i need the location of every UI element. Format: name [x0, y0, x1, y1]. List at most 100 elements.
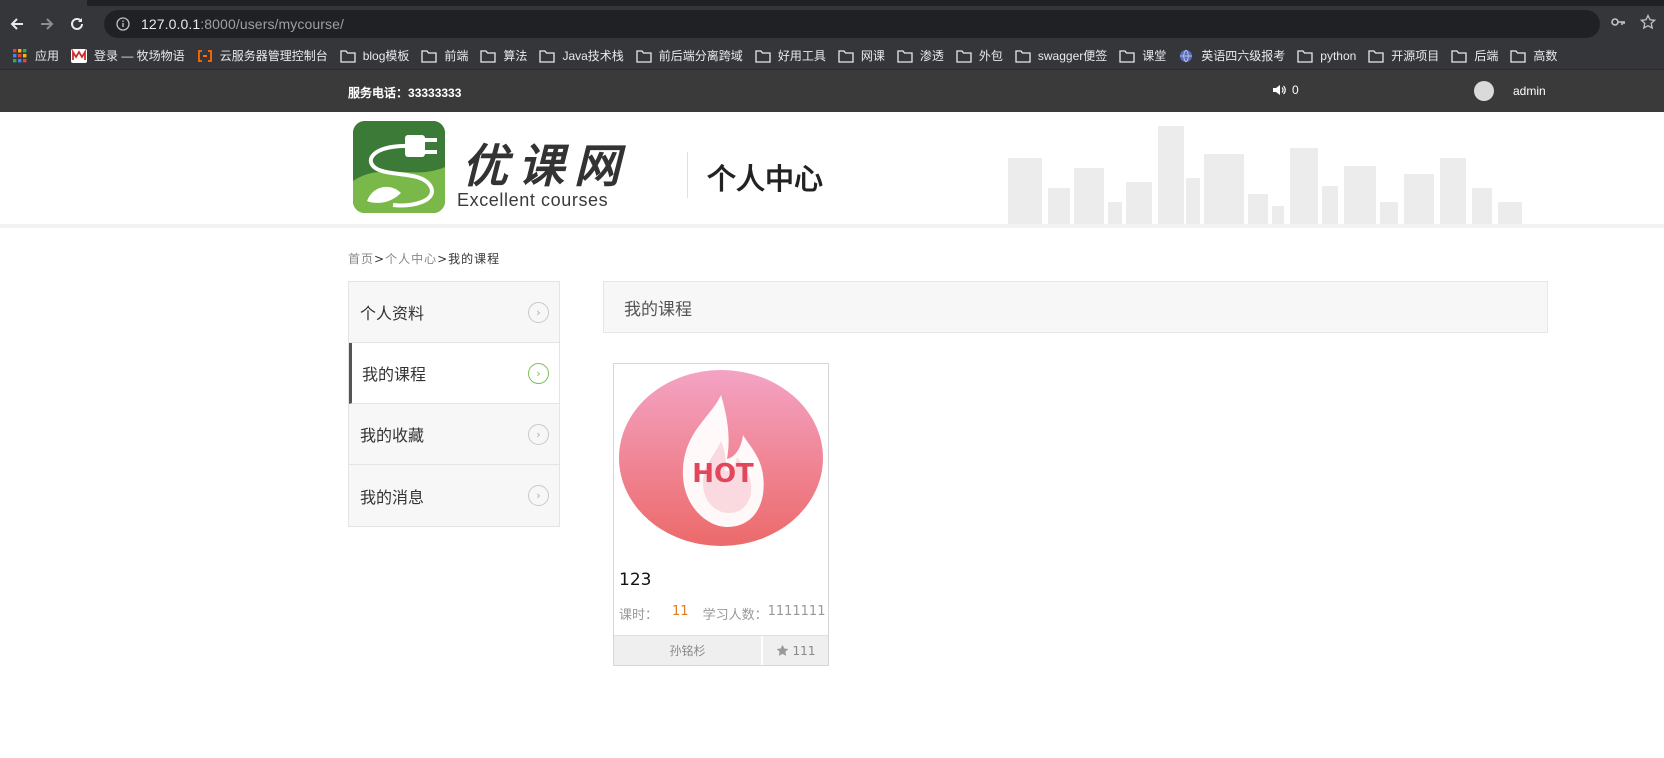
folder-icon: [956, 49, 972, 63]
bookmark-item[interactable]: 算法: [474, 44, 533, 68]
course-hours: 11: [672, 604, 689, 619]
bookmark-star-icon[interactable]: [1640, 14, 1656, 30]
bookmark-item[interactable]: 好用工具: [749, 44, 832, 68]
bookmark-item[interactable]: 后端: [1445, 44, 1504, 68]
bookmark-label: 网课: [860, 49, 885, 63]
breadcrumb-personal-center[interactable]: 个人中心: [385, 252, 437, 266]
bookmark-item[interactable]: 课堂: [1113, 44, 1172, 68]
logo-icon[interactable]: [353, 121, 445, 213]
bookmark-item[interactable]: 登录 — 牧场物语: [65, 44, 191, 68]
bookmark-item[interactable]: 渗透: [891, 44, 950, 68]
folder-icon: [1015, 49, 1031, 63]
username[interactable]: admin: [1513, 84, 1546, 98]
hot-badge-text: HOT: [692, 459, 754, 489]
bookmark-item[interactable]: 云服务器管理控制台: [191, 44, 334, 68]
message-count: 0: [1292, 83, 1299, 97]
sidebar-item-label: 我的收藏: [360, 426, 425, 445]
bookmark-label: 应用: [35, 49, 60, 63]
bookmark-label: 渗透: [919, 49, 944, 63]
sidebar-item-label: 我的课程: [362, 365, 427, 384]
bookmark-item[interactable]: python: [1291, 44, 1362, 68]
back-button[interactable]: [4, 11, 30, 37]
bookmark-item[interactable]: blog模板: [334, 44, 416, 68]
bookmark-label: blog模板: [362, 49, 410, 63]
course-name[interactable]: 123: [619, 570, 651, 590]
breadcrumb-home[interactable]: 首页: [348, 252, 374, 266]
bookmark-label: Java技术栈: [562, 49, 624, 63]
bookmark-label: 云服务器管理控制台: [219, 49, 328, 63]
folder-icon: [636, 49, 652, 63]
bookmark-item[interactable]: 外包: [950, 44, 1009, 68]
course-footer: 孙铭杉 111: [614, 635, 828, 665]
sidebar-item-label: 我的消息: [360, 487, 425, 507]
bookmark-label: 外包: [978, 49, 1003, 63]
site-info-icon[interactable]: [116, 17, 130, 31]
bookmark-item[interactable]: 英语四六级报考: [1172, 44, 1291, 68]
bookmark-label: 算法: [503, 49, 528, 63]
bookmarks-bar: 应用 登录 — 牧场物语 云服务器管理控制台 blog模板 前端 算法 Java技术栈 前后端…: [0, 42, 1664, 70]
page-title: 个人中心: [707, 162, 824, 196]
sidebar-item-messages[interactable]: 我的消息 ›: [349, 465, 559, 526]
message-indicator[interactable]: 0: [1272, 83, 1299, 97]
sidebar: 个人资料 › 我的课程 › 我的收藏 › 我的消息 ›: [348, 281, 560, 527]
folder-icon: [480, 49, 497, 63]
sidebar-item-profile[interactable]: 个人资料 ›: [349, 282, 559, 343]
avatar[interactable]: [1474, 81, 1494, 101]
chevron-right-icon: ›: [528, 485, 549, 506]
sidebar-item-my-courses[interactable]: 我的课程 ›: [349, 343, 559, 404]
bookmark-item[interactable]: swagger便签: [1009, 44, 1113, 68]
folder-icon: [1297, 49, 1313, 63]
forward-button[interactable]: [34, 11, 60, 37]
breadcrumb: 首页>个人中心>我的课程: [348, 252, 501, 266]
folder-icon: [755, 49, 771, 63]
folder-icon: [340, 49, 356, 63]
folder-icon: [421, 49, 438, 63]
bookmark-item[interactable]: Java技术栈: [533, 44, 629, 68]
bookmark-label: 登录 — 牧场物语: [94, 49, 185, 63]
forward-arrow-icon: [41, 18, 54, 30]
chevron-right-icon: ›: [528, 423, 549, 445]
bookmark-item[interactable]: 前后端分离跨域: [630, 44, 749, 68]
course-favorites[interactable]: 111: [763, 636, 828, 665]
bookmark-item[interactable]: 高数: [1504, 44, 1563, 68]
password-key-icon[interactable]: [1610, 14, 1626, 30]
bookmark-label: 高数: [1533, 49, 1558, 63]
bookmark-item[interactable]: 前端: [415, 44, 474, 68]
course-card[interactable]: HOT 123 课时： 11 学习人数： 1111111 孙铭杉 111: [613, 363, 829, 666]
bookmark-label: 后端: [1474, 49, 1499, 63]
star-icon: [776, 644, 788, 656]
user-menu[interactable]: admin: [1474, 81, 1546, 101]
speaker-icon: [1273, 85, 1286, 95]
course-meta: 课时： 11 学习人数： 1111111: [619, 604, 826, 623]
reload-icon: [71, 17, 83, 30]
url-text: 127.0.0.1:8000/users/mycourse/: [141, 16, 345, 32]
breadcrumb-current: 我的课程: [448, 252, 501, 266]
sidebar-item-favorites[interactable]: 我的收藏 ›: [349, 404, 559, 465]
browser-toolbar: 127.0.0.1:8000/users/mycourse/: [0, 6, 1664, 42]
folder-icon: [1119, 49, 1135, 63]
course-thumbnail[interactable]: HOT: [615, 365, 827, 556]
course-teacher[interactable]: 孙铭杉: [614, 636, 763, 665]
reload-button[interactable]: [64, 11, 90, 37]
sidebar-item-label: 个人资料: [360, 304, 425, 323]
bookmark-item[interactable]: 网课: [832, 44, 891, 68]
chevron-right-icon: ›: [528, 362, 549, 384]
aliyun-icon: [197, 49, 213, 63]
skyline-decoration: [1008, 126, 1522, 224]
address-bar[interactable]: 127.0.0.1:8000/users/mycourse/: [104, 10, 1600, 38]
folder-icon: [838, 49, 854, 63]
bookmark-label: python: [1320, 48, 1357, 63]
apps-grid-icon: [12, 48, 28, 63]
section-title: 我的课程: [624, 299, 692, 320]
folder-icon: [897, 49, 913, 63]
bookmark-label: 好用工具: [777, 49, 826, 63]
bookmark-label: 英语四六级报考: [1201, 49, 1286, 63]
bookmark-item[interactable]: 应用: [6, 44, 65, 68]
back-arrow-icon: [10, 18, 23, 30]
course-students: 1111111: [767, 604, 826, 619]
folder-icon: [1510, 49, 1526, 63]
header-divider: [687, 152, 688, 198]
logo-english-text: Excellent courses: [457, 190, 609, 210]
bookmark-label: 开源项目: [1391, 49, 1440, 63]
bookmark-item[interactable]: 开源项目: [1362, 44, 1445, 68]
